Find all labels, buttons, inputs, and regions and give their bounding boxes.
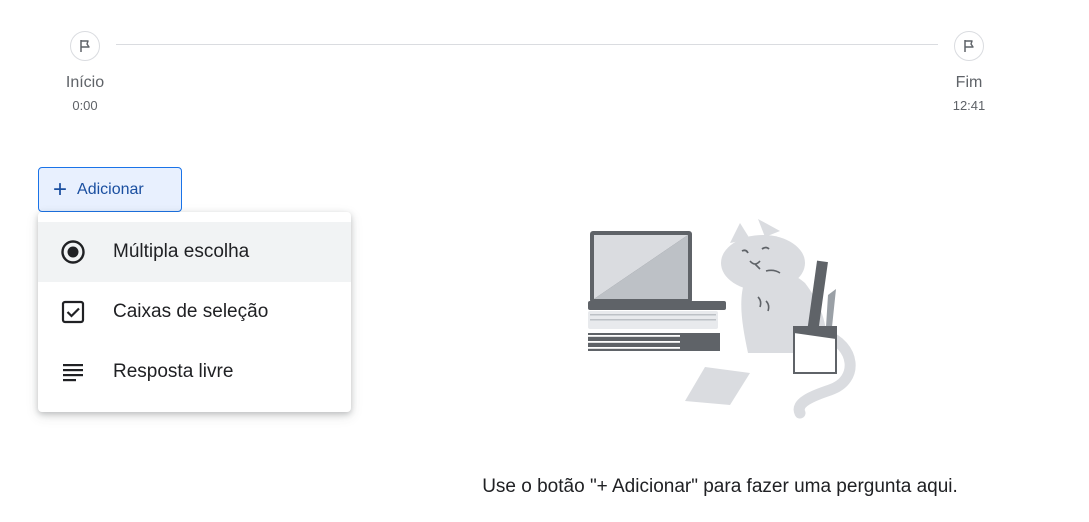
video-timeline: Início 0:00 Fim 12:41 [0,0,1089,130]
radio-button-checked-icon [60,239,86,265]
short-text-icon [60,359,86,385]
add-button-label: Adicionar [77,180,144,198]
end-flag-button[interactable] [954,31,984,61]
start-time: 0:00 [72,98,98,113]
timeline-track [116,44,938,45]
flag-icon [964,40,974,52]
plus-icon: + [53,175,68,203]
menu-item-checkboxes[interactable]: Caixas de seleção [38,282,351,342]
cat-with-laptop-and-books-illustration [588,219,856,419]
checkbox-checked-icon [60,299,86,325]
start-label: Início [65,74,105,91]
empty-state-hint: Use o botão "+ Adicionar" para fazer uma… [482,476,958,497]
menu-item-label: Múltipla escolha [113,241,250,262]
menu-item-label: Caixas de seleção [113,301,269,322]
end-label: Fim [955,74,983,91]
menu-item-free-response[interactable]: Resposta livre [38,342,351,402]
menu-item-multiple-choice[interactable]: Múltipla escolha [38,222,351,282]
question-type-menu: Múltipla escolha Caixas de seleção Respo… [38,212,351,412]
end-time: 12:41 [952,98,986,113]
start-flag-button[interactable] [70,31,100,61]
add-question-button[interactable]: + Adicionar [38,167,182,212]
menu-item-label: Resposta livre [113,361,234,382]
flag-icon [80,40,90,52]
